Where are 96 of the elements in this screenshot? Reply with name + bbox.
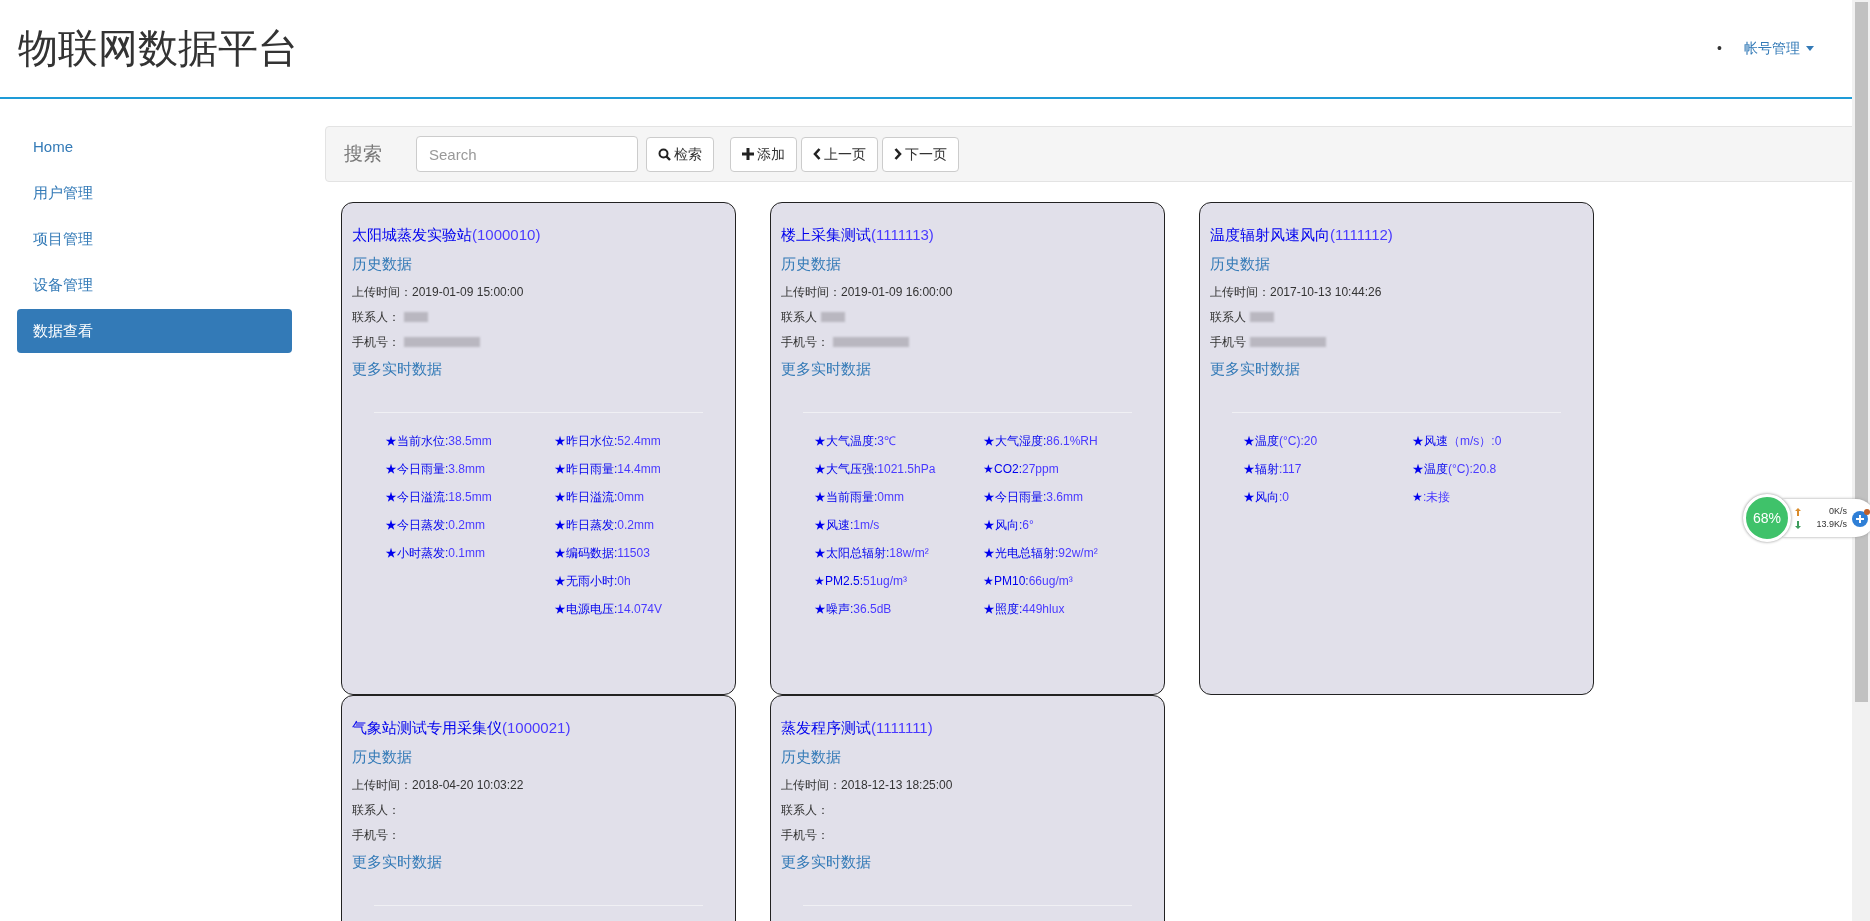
reading: ★昨日水位:52.4mm — [554, 433, 662, 450]
download-speed: 13.9K/s — [1815, 518, 1847, 531]
site-title: 物联网数据平台 — [18, 24, 298, 73]
field-label: 联系人： — [352, 308, 400, 326]
device-title-link[interactable]: 太阳城蒸发实验站(1000010) — [352, 223, 541, 247]
upload-time: 2019-01-09 16:00:00 — [841, 283, 953, 301]
chevron-right-icon — [894, 148, 902, 160]
reading: ★PM2.5:51ug/m³ — [814, 573, 909, 590]
field-label: 手机号 — [1210, 333, 1246, 351]
account-menu[interactable]: 帐号管理 — [1744, 38, 1814, 59]
reading: ★当前水位:38.5mm — [385, 433, 493, 450]
reading: ★风速（m/s）:0 — [1412, 433, 1502, 450]
reading: ★太阳总辐射:18w/m² — [814, 545, 930, 562]
field-label: 手机号： — [781, 826, 829, 844]
reading: ★昨日雨量:14.4mm — [554, 461, 662, 478]
reading: ★大气湿度:86.1%RH — [983, 433, 1098, 450]
reading: ★照度:449hlux — [983, 601, 1066, 618]
more-realtime-data-link[interactable]: 更多实时数据 — [781, 850, 871, 874]
reading: ★当前雨量:0mm — [814, 489, 905, 506]
sidebar-item[interactable]: 数据查看 — [17, 309, 292, 353]
reading: ★电源电压:14.074V — [554, 601, 663, 618]
upload-speed: 0K/s — [1828, 505, 1847, 518]
upload-time: 2019-01-09 15:00:00 — [412, 283, 524, 301]
blurred-text — [821, 311, 845, 322]
reading: ★无雨小时:0h — [554, 573, 632, 590]
more-realtime-data-link[interactable]: 更多实时数据 — [352, 357, 442, 381]
search-icon — [658, 147, 671, 161]
bullet: • — [1717, 39, 1722, 58]
device-title-link[interactable]: 楼上采集测试(1111113) — [781, 223, 934, 247]
reading: ★今日蒸发:0.2mm — [385, 517, 487, 534]
reading: ★昨日溢流:0mm — [554, 489, 645, 506]
history-data-link[interactable]: 历史数据 — [781, 252, 841, 276]
upload-arrow-icon — [1795, 507, 1801, 516]
field-label: 上传时间： — [1210, 283, 1270, 301]
reading: ★小时蒸发:0.1mm — [385, 545, 487, 562]
reading: ★噪声:36.5dB — [814, 601, 893, 618]
next-page-button[interactable]: 下一页 — [882, 136, 959, 172]
search-button[interactable]: 检索 — [646, 136, 714, 172]
device-title-link[interactable]: 温度辐射风速风向(1111112) — [1210, 223, 1393, 247]
reading: ★编码数据:11503 — [554, 545, 651, 562]
plus-icon — [742, 148, 754, 160]
reading: ★大气压强:1021.5hPa — [814, 461, 937, 478]
reading: ★昨日蒸发:0.2mm — [554, 517, 656, 534]
sidebar-item[interactable]: 设备管理 — [17, 263, 292, 307]
device-title-link[interactable]: 蒸发程序测试(1111111) — [781, 716, 933, 740]
reading: ★今日雨量:3.8mm — [385, 461, 487, 478]
reading: ★:未接 — [1412, 489, 1452, 506]
add-button[interactable]: 添加 — [730, 136, 797, 172]
blurred-text — [1250, 311, 1274, 322]
field-label: 上传时间： — [352, 776, 412, 794]
caret-icon — [1806, 46, 1814, 51]
reading: ★温度(°C):20.8 — [1412, 461, 1498, 478]
reading: ★光电总辐射:92w/m² — [983, 545, 1098, 562]
field-label: 手机号： — [352, 333, 400, 351]
plus-icon[interactable] — [1851, 508, 1870, 528]
previous-page-button[interactable]: 上一页 — [801, 136, 878, 172]
sidebar-item[interactable]: 用户管理 — [17, 171, 292, 215]
history-data-link[interactable]: 历史数据 — [352, 745, 412, 769]
scrollbar-thumb[interactable] — [1854, 2, 1868, 702]
reading: ★CO2:27ppm — [983, 461, 1060, 478]
sidebar-item[interactable]: Home — [17, 125, 292, 169]
history-data-link[interactable]: 历史数据 — [352, 252, 412, 276]
device-title-link[interactable]: 气象站测试专用采集仪(1000021) — [352, 716, 571, 740]
field-label: 手机号： — [352, 826, 400, 844]
upload-time: 2018-04-20 10:03:22 — [412, 776, 524, 794]
field-label: 联系人 — [781, 308, 817, 326]
more-realtime-data-link[interactable]: 更多实时数据 — [781, 357, 871, 381]
upload-time: 2017-10-13 10:44:26 — [1270, 283, 1382, 301]
field-label: 上传时间： — [781, 776, 841, 794]
search-label: 搜索 — [344, 141, 383, 166]
field-label: 手机号： — [781, 333, 829, 351]
reading: ★今日溢流:18.5mm — [385, 489, 493, 506]
field-label: 联系人： — [352, 801, 400, 819]
reading: ★风速:1m/s — [814, 517, 881, 534]
reading: ★PM10:66ug/m³ — [983, 573, 1074, 590]
download-arrow-icon — [1795, 520, 1801, 529]
reading: ★风向:0 — [1243, 489, 1290, 506]
search-field[interactable]: Search — [416, 136, 638, 172]
reading: ★大气温度:3℃ — [814, 433, 898, 450]
chevron-left-icon — [813, 148, 821, 160]
sidebar-item[interactable]: 项目管理 — [17, 217, 292, 261]
upload-time: 2018-12-13 18:25:00 — [841, 776, 953, 794]
reading: ★风向:6° — [983, 517, 1035, 534]
reading: ★辐射:117 — [1243, 461, 1303, 478]
reading: ★今日雨量:3.6mm — [983, 489, 1085, 506]
field-label: 联系人 — [1210, 308, 1246, 326]
history-data-link[interactable]: 历史数据 — [781, 745, 841, 769]
reading: ★温度(°C):20 — [1243, 433, 1319, 450]
more-realtime-data-link[interactable]: 更多实时数据 — [352, 850, 442, 874]
scrollbar[interactable] — [1852, 0, 1870, 921]
history-data-link[interactable]: 历史数据 — [1210, 252, 1270, 276]
more-realtime-data-link[interactable]: 更多实时数据 — [1210, 357, 1300, 381]
field-label: 上传时间： — [781, 283, 841, 301]
field-label: 上传时间： — [352, 283, 412, 301]
field-label: 联系人： — [781, 801, 829, 819]
blurred-text — [404, 311, 428, 322]
